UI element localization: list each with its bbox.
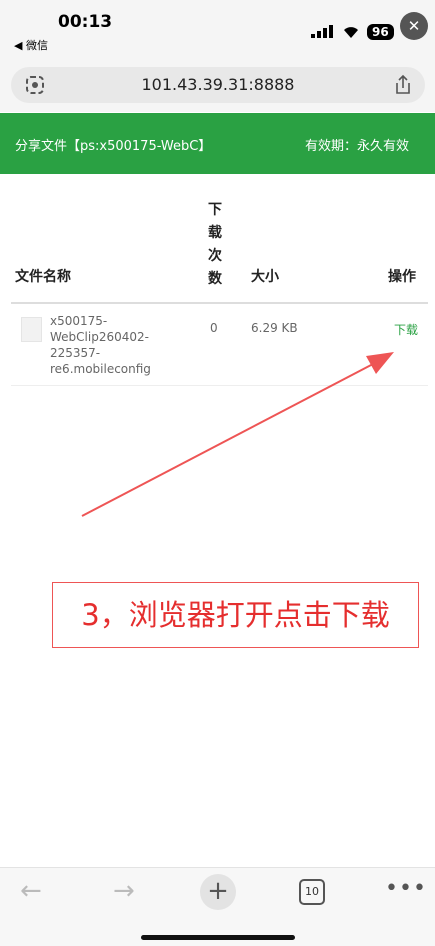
annotation-arrow xyxy=(81,352,394,517)
more-menu-icon[interactable]: ••• xyxy=(385,876,427,901)
annotation-box: 3，浏览器打开点击下载 xyxy=(52,582,419,648)
new-tab-plus-icon[interactable]: + xyxy=(200,874,236,910)
back-arrow-icon[interactable]: ← xyxy=(20,876,42,906)
forward-arrow-icon[interactable]: → xyxy=(113,876,135,906)
tab-count-button[interactable]: 10 xyxy=(299,879,325,905)
home-indicator xyxy=(141,935,295,940)
